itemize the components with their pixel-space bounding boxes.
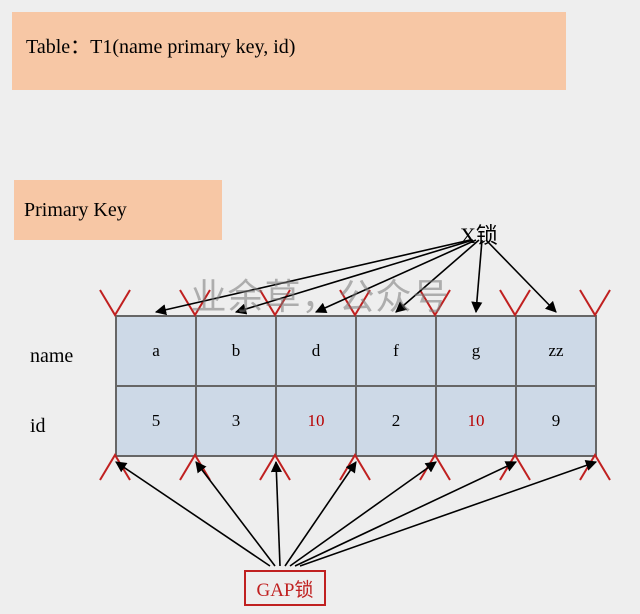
bottom-v-marks bbox=[100, 455, 610, 480]
cell-id-0: 5 bbox=[116, 386, 196, 456]
gap-lock-arrows bbox=[116, 462, 596, 566]
cell-name-5: zz bbox=[516, 316, 596, 386]
cell-name-4: g bbox=[436, 316, 516, 386]
cell-id-4: 10 bbox=[436, 386, 516, 456]
primary-key-box: Primary Key bbox=[14, 180, 222, 240]
top-v-marks bbox=[100, 290, 610, 315]
cell-name-0: a bbox=[116, 316, 196, 386]
arrow-overlay bbox=[0, 0, 640, 614]
table-schema-header: Table：T1(name primary key, id) bbox=[12, 12, 566, 90]
x-lock-label: X锁 bbox=[460, 218, 498, 250]
cell-id-1: 3 bbox=[196, 386, 276, 456]
cell-id-3: 2 bbox=[356, 386, 436, 456]
gap-lock-label: GAP锁 bbox=[244, 570, 326, 606]
row-label-id: id bbox=[30, 415, 46, 438]
cell-name-2: d bbox=[276, 316, 356, 386]
data-table: a b d f g zz 5 3 10 2 10 9 bbox=[115, 315, 597, 457]
watermark: 业余草，公众号 bbox=[0, 268, 640, 320]
row-label-name: name bbox=[30, 345, 73, 368]
cell-name-1: b bbox=[196, 316, 276, 386]
cell-id-2: 10 bbox=[276, 386, 356, 456]
cell-name-3: f bbox=[356, 316, 436, 386]
x-lock-arrows bbox=[156, 240, 556, 312]
cell-id-5: 9 bbox=[516, 386, 596, 456]
